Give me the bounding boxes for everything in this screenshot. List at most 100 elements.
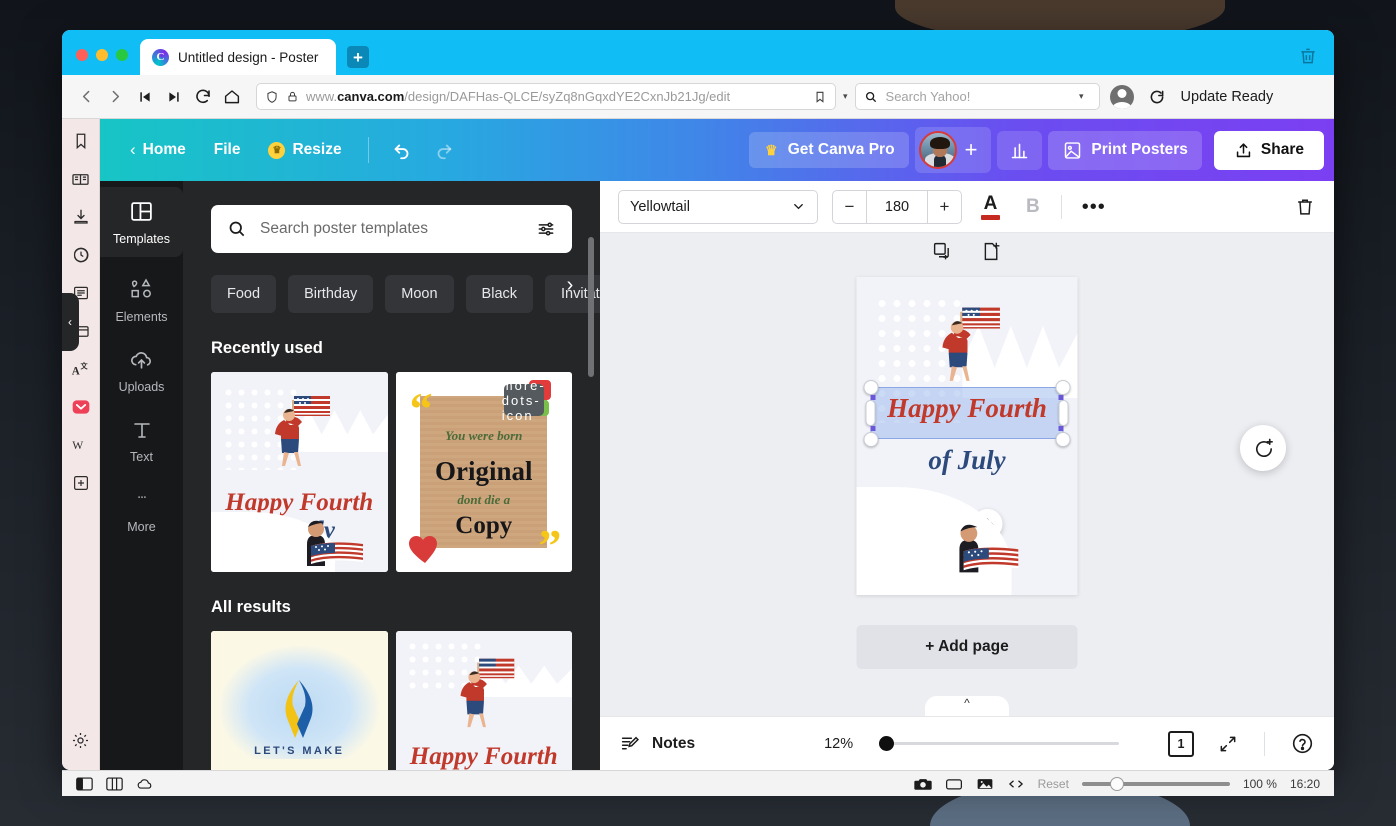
skip-forward-icon[interactable] xyxy=(159,82,188,111)
design-page[interactable]: Happy Fourth of July xyxy=(856,277,1078,595)
wikipedia-icon[interactable]: W xyxy=(71,435,91,455)
chip-food[interactable]: Food xyxy=(211,275,277,313)
text-color-button[interactable]: A xyxy=(976,194,1005,220)
os-zoom-slider[interactable] xyxy=(1081,776,1230,791)
maximize-window-button[interactable] xyxy=(116,49,128,61)
bookmark-icon[interactable] xyxy=(71,131,91,151)
collapse-panel-button[interactable]: ^ xyxy=(925,696,1009,716)
reader-icon[interactable] xyxy=(71,169,91,189)
collaborators[interactable]: + xyxy=(914,127,992,173)
filter-sliders-icon[interactable] xyxy=(536,219,556,239)
chip-black[interactable]: Black xyxy=(465,275,534,313)
resize-handle-left[interactable] xyxy=(865,400,876,426)
home-icon[interactable] xyxy=(217,82,246,111)
chip-moon[interactable]: Moon xyxy=(385,275,454,313)
resize-button[interactable]: ♛ Resize xyxy=(254,134,355,166)
delete-element-button[interactable] xyxy=(1294,196,1316,218)
history-icon[interactable] xyxy=(71,245,91,265)
zoom-slider[interactable] xyxy=(879,736,1120,751)
code-icon[interactable] xyxy=(1007,777,1025,791)
account-icon[interactable] xyxy=(1109,84,1134,109)
split-view-icon[interactable] xyxy=(106,776,123,791)
add-extension-icon[interactable] xyxy=(71,473,91,493)
home-button[interactable]: ‹ Home xyxy=(116,133,200,167)
template-card-ribbon[interactable]: LET'S MAKE xyxy=(211,631,388,770)
back-icon[interactable] xyxy=(72,82,101,111)
sidebar-item-text[interactable]: Text xyxy=(100,405,183,475)
font-size-stepper[interactable]: − 180 + xyxy=(832,189,962,224)
close-window-button[interactable] xyxy=(76,49,88,61)
template-search-bar[interactable]: Search poster templates xyxy=(211,205,572,253)
bar-chart-icon[interactable] xyxy=(997,130,1043,170)
notes-button[interactable]: Notes xyxy=(620,733,695,754)
window-controls[interactable] xyxy=(62,49,140,75)
canvas-area[interactable]: Happy Fourth of July + Add page ^ xyxy=(600,233,1334,716)
avatar[interactable] xyxy=(918,131,957,169)
zoom-slider-knob[interactable] xyxy=(879,736,895,751)
template-search-input[interactable]: Search poster templates xyxy=(260,220,523,238)
pocket-icon[interactable] xyxy=(71,397,91,417)
chip-birthday[interactable]: Birthday xyxy=(288,275,374,313)
os-zoom-knob[interactable] xyxy=(1109,776,1124,791)
sidebar-left-icon[interactable] xyxy=(76,776,93,791)
translate-icon[interactable]: A文 xyxy=(71,359,91,379)
browser-tab[interactable]: C Untitled design - Poster xyxy=(140,39,336,75)
sidebar-item-uploads[interactable]: Uploads xyxy=(100,335,183,405)
resize-handle-tl[interactable] xyxy=(863,380,879,395)
chevron-down-icon[interactable]: ▾ xyxy=(836,91,855,102)
bold-button[interactable]: B xyxy=(1019,196,1047,218)
address-bar[interactable]: www.canva.com/design/DAFHas-QLCE/syZq8nG… xyxy=(256,83,836,110)
add-comment-icon[interactable] xyxy=(1240,425,1286,471)
refresh-icon[interactable] xyxy=(1143,82,1172,111)
reset-button[interactable]: Reset xyxy=(1038,777,1069,791)
font-size-value[interactable]: 180 xyxy=(866,190,928,223)
browser-search-bar[interactable]: Search Yahoo! ▾ xyxy=(854,83,1100,110)
forward-icon[interactable] xyxy=(101,82,130,111)
sidebar-item-more[interactable]: More xyxy=(100,475,183,545)
add-page-icon[interactable] xyxy=(981,241,1002,262)
resize-handle-right[interactable] xyxy=(1058,400,1069,426)
template-card-july4-2[interactable]: Happy Fourth xyxy=(395,631,572,770)
file-menu-button[interactable]: File xyxy=(200,134,255,166)
chevron-right-icon[interactable]: › xyxy=(558,273,582,297)
reload-icon[interactable] xyxy=(188,82,217,111)
canvas-text-line1[interactable]: Happy Fourth xyxy=(872,392,1063,424)
duplicate-page-icon[interactable] xyxy=(932,241,953,262)
page-count-badge[interactable]: 1 xyxy=(1168,728,1197,757)
share-button[interactable]: Share xyxy=(1213,130,1324,170)
image-icon[interactable] xyxy=(976,777,994,791)
undo-icon[interactable] xyxy=(381,133,423,167)
help-icon[interactable] xyxy=(1291,732,1314,755)
browser-search-input[interactable]: Search Yahoo! xyxy=(886,89,1064,104)
chevron-down-icon[interactable]: ▾ xyxy=(1072,91,1091,102)
add-page-button[interactable]: + Add page xyxy=(856,625,1078,669)
sidebar-item-elements[interactable]: Elements xyxy=(100,265,183,335)
text-selection-box[interactable]: Happy Fourth xyxy=(870,387,1064,439)
resize-handle-tr[interactable] xyxy=(1055,380,1071,395)
minimize-window-button[interactable] xyxy=(96,49,108,61)
update-ready-label[interactable]: Update Ready xyxy=(1181,89,1274,105)
collapse-panel-tab[interactable]: ‹ xyxy=(62,293,79,351)
downloads-icon[interactable] xyxy=(71,207,91,227)
print-posters-button[interactable]: Print Posters xyxy=(1048,130,1202,170)
sidebar-item-templates[interactable]: Templates xyxy=(100,187,183,257)
template-card-original-copy[interactable]: “ ” more-dots-icon You were born Origina… xyxy=(395,372,572,572)
add-collaborator-button[interactable]: + xyxy=(961,139,982,161)
skip-back-icon[interactable] xyxy=(130,82,159,111)
bookmark-icon[interactable] xyxy=(813,90,827,104)
rectangle-icon[interactable] xyxy=(945,777,963,791)
settings-gear-icon[interactable] xyxy=(71,730,91,750)
font-size-increase[interactable]: + xyxy=(928,191,961,223)
redo-icon[interactable] xyxy=(423,133,465,167)
camera-icon[interactable] xyxy=(913,777,932,791)
panel-scrollbar[interactable] xyxy=(588,237,594,377)
font-family-select[interactable]: Yellowtail xyxy=(618,189,818,224)
font-size-decrease[interactable]: − xyxy=(833,191,866,223)
canvas-text-line2[interactable]: of July xyxy=(857,445,1078,476)
template-options-button[interactable]: more-dots-icon xyxy=(502,378,544,423)
fullscreen-icon[interactable] xyxy=(1218,734,1238,754)
cloud-icon[interactable] xyxy=(136,777,154,791)
new-tab-button[interactable]: + xyxy=(347,46,369,68)
get-canva-pro-button[interactable]: ♛ Get Canva Pro xyxy=(748,132,909,168)
trash-icon[interactable] xyxy=(1298,46,1318,66)
